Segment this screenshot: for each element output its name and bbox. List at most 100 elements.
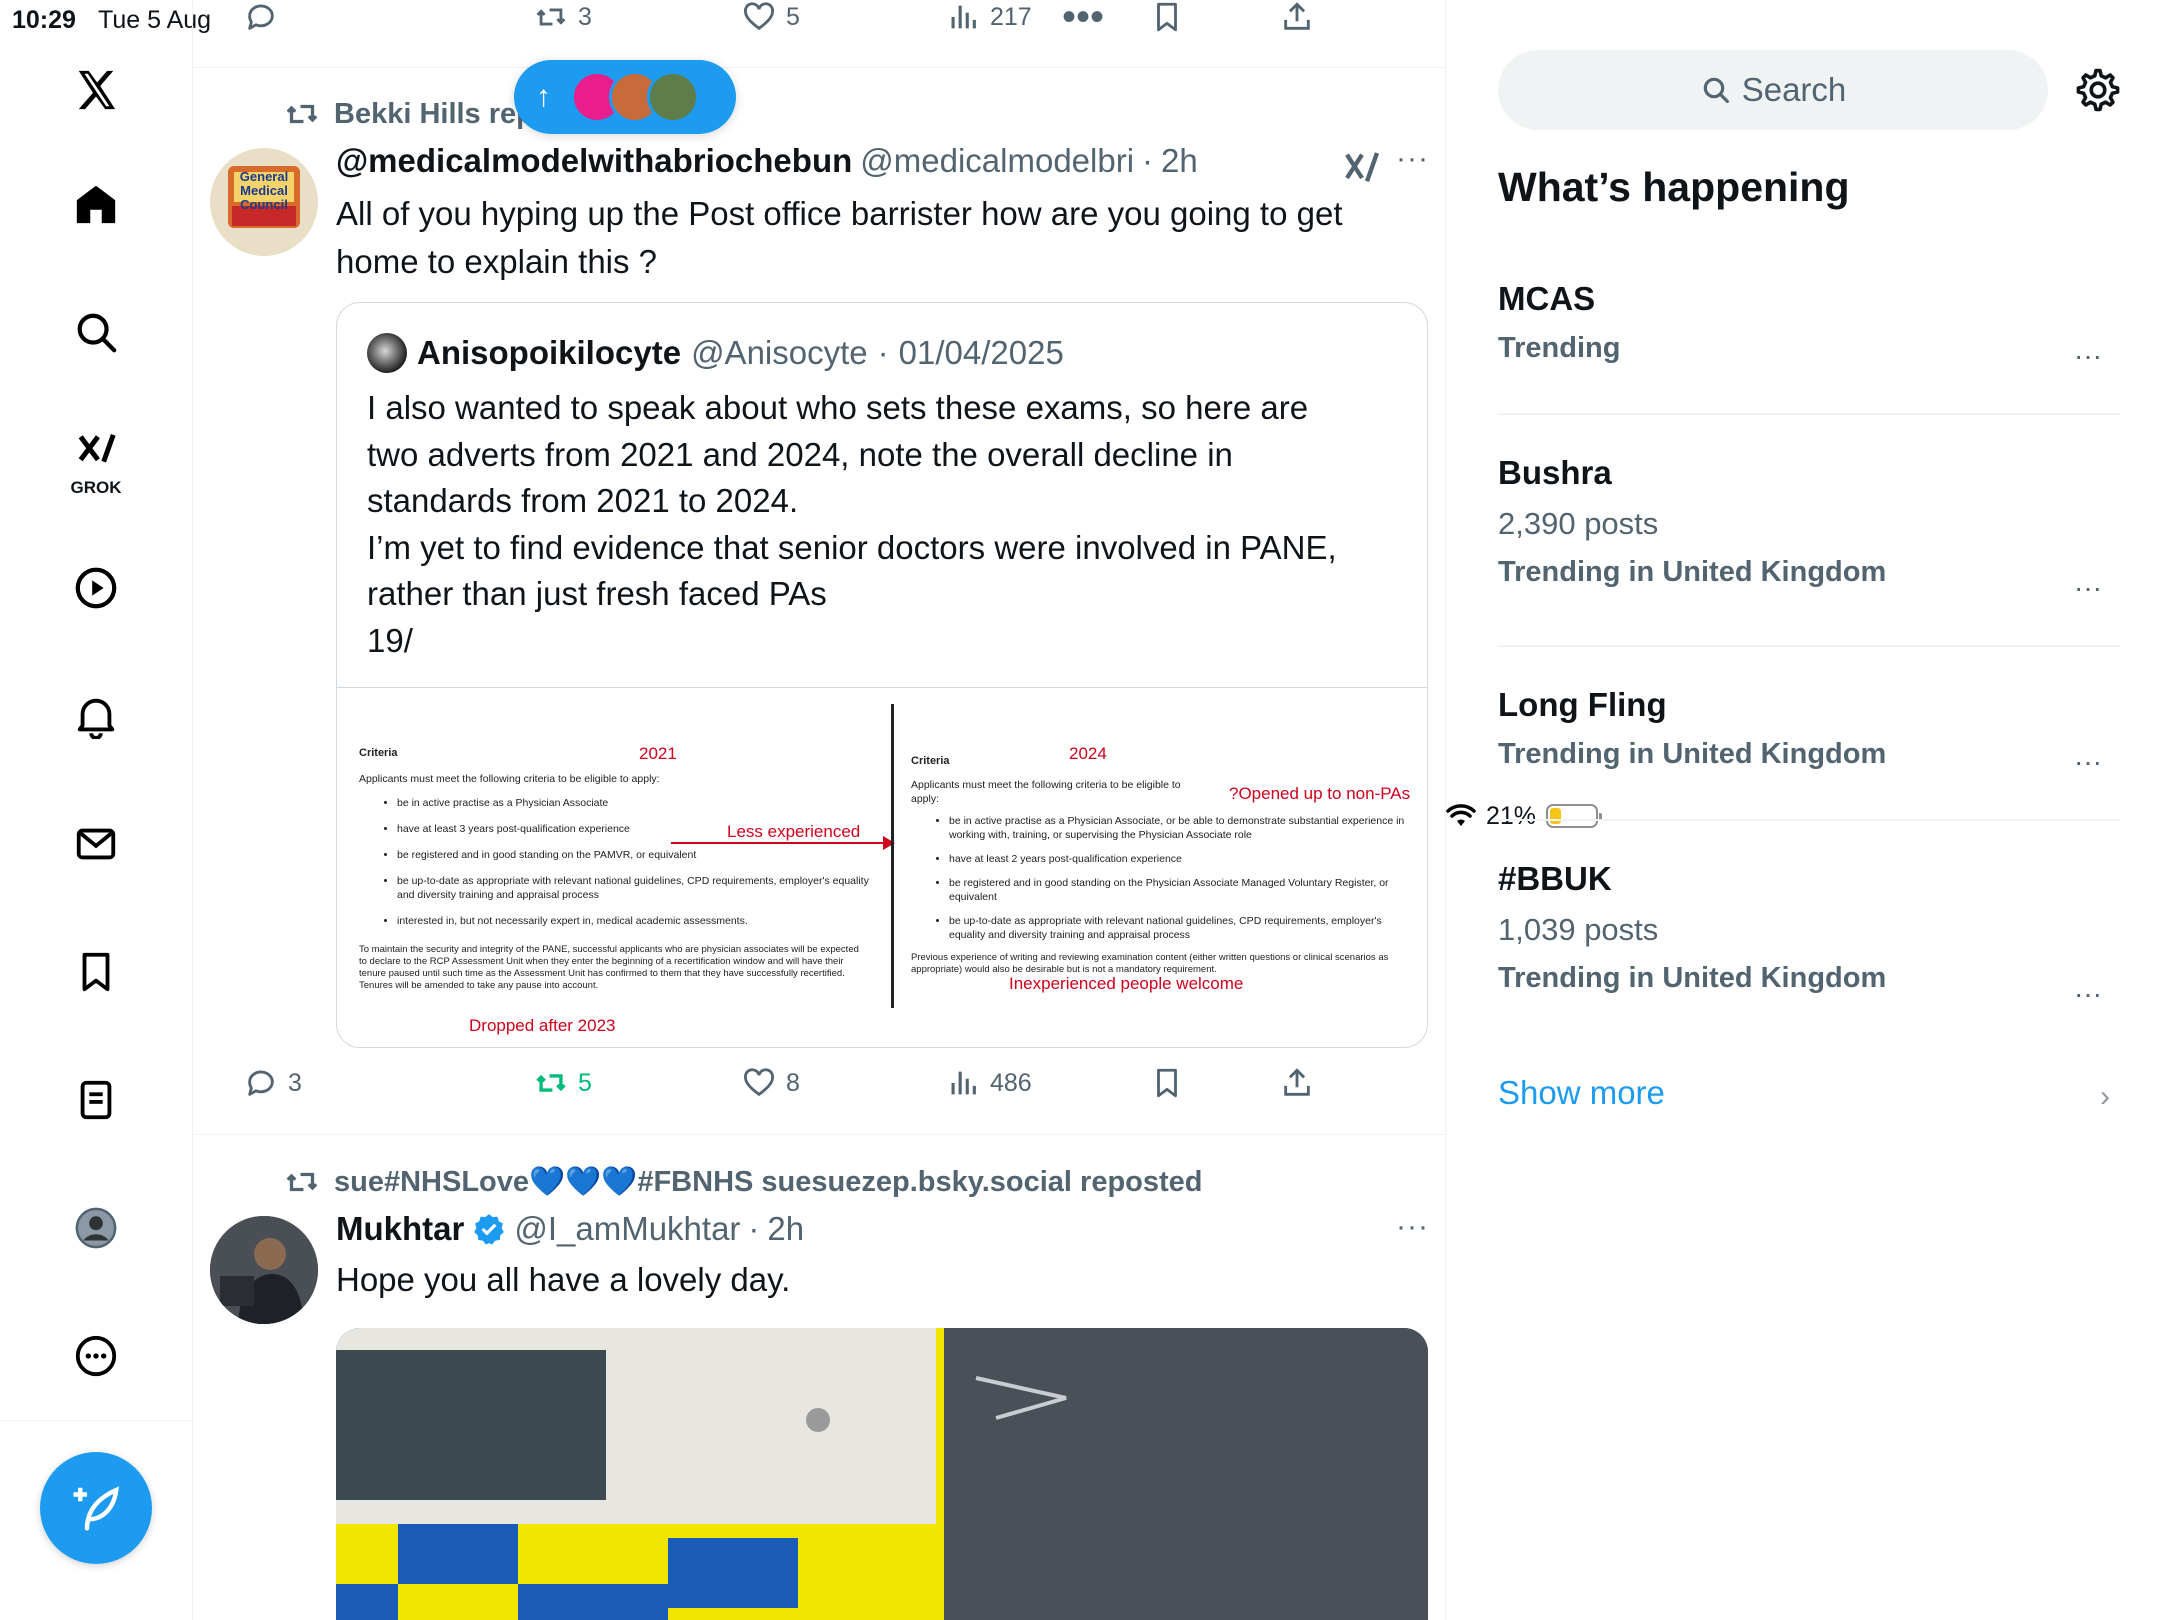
home-icon[interactable] <box>64 172 128 236</box>
post-more-icon[interactable]: ··· <box>1396 142 1429 176</box>
repost-button[interactable]: 5 <box>534 1066 592 1100</box>
bookmark-icon <box>1157 1068 1177 1098</box>
views-button[interactable]: 217 <box>946 0 1032 34</box>
video-play-icon[interactable] <box>64 556 128 620</box>
separator: · <box>748 1210 760 1247</box>
chevron-right-icon[interactable]: › <box>2100 1080 2110 1114</box>
reply-button[interactable]: 3 <box>244 1066 302 1100</box>
repost-icon <box>286 1172 318 1192</box>
nav-divider <box>0 1420 193 1421</box>
repost-button[interactable]: 3 <box>534 0 592 34</box>
repost-count: 5 <box>578 1068 592 1097</box>
quote-line: I’m yet to find evidence that senior doc… <box>367 528 1337 566</box>
repost-by-text[interactable]: sue#NHSLove💙💙💙#FBNHS suesuezep.bsky.soci… <box>334 1165 1203 1199</box>
quote-author-handle[interactable]: @Anisocyte <box>691 334 868 372</box>
trend-item[interactable]: MCAS Trending ··· <box>1498 280 2120 371</box>
whats-happening-title: What’s happening <box>1498 164 1850 210</box>
post-body: Hope you all have a lovely day. <box>336 1261 791 1298</box>
profile-avatar-icon[interactable] <box>64 1196 128 1260</box>
notifications-bell-icon[interactable] <box>64 684 128 748</box>
new-posts-pill[interactable]: ↑ <box>514 60 736 134</box>
share-button[interactable] <box>1280 1066 1314 1100</box>
x-logo-icon[interactable] <box>64 58 128 122</box>
compose-feather-icon <box>73 1486 119 1531</box>
show-more-link[interactable]: Show more <box>1498 1074 1665 1112</box>
messages-envelope-icon[interactable] <box>64 812 128 876</box>
views-chart-icon <box>951 5 976 29</box>
grok-explain-icon[interactable] <box>1342 148 1382 188</box>
left-nav: GROK <box>0 0 193 1620</box>
lists-icon[interactable] <box>64 1068 128 1132</box>
post-time[interactable]: 2h <box>767 1210 804 1248</box>
search-placeholder: Search <box>1741 71 1847 108</box>
bookmark-button[interactable] <box>1150 0 1184 34</box>
post-actions: 3 5 8 486 <box>194 1066 1445 1110</box>
grok-icon[interactable] <box>64 422 128 486</box>
trend-more-icon[interactable]: ··· <box>2074 572 2102 604</box>
bookmarks-icon[interactable] <box>64 940 128 1004</box>
heart-icon <box>744 2 774 31</box>
trend-item[interactable]: Long Fling Trending in United Kingdom ··… <box>1498 686 2120 777</box>
reply-icon <box>248 1070 274 1096</box>
author-name[interactable]: @medicalmodelwithabriochebun <box>336 142 852 180</box>
trend-context: Trending in United Kingdom <box>1498 556 1887 588</box>
trend-more-icon[interactable]: ··· <box>2074 340 2102 372</box>
bookmark-button[interactable] <box>1150 1066 1184 1100</box>
post-body: All of you hyping up the Post office bar… <box>336 195 1343 280</box>
trend-divider <box>1498 413 2120 415</box>
author-name[interactable]: Mukhtar <box>336 1210 464 1248</box>
criteria-item-2021: be in active practise as a Physician Ass… <box>397 796 869 810</box>
criteria-item-2024: have at least 2 years post-qualification… <box>949 852 1415 866</box>
avatar[interactable]: General Medical Council <box>210 148 318 256</box>
trend-item[interactable]: Bushra 2,390 posts Trending in United Ki… <box>1498 454 2120 603</box>
like-count: 8 <box>786 1068 800 1097</box>
repost-count: 3 <box>578 2 592 31</box>
trend-item[interactable]: #BBUK 1,039 posts Trending in United Kin… <box>1498 860 2120 1009</box>
trend-more-icon[interactable]: ··· <box>2074 746 2102 778</box>
avatar[interactable] <box>210 1216 318 1324</box>
criteria-item-2021: be registered and in good standing on th… <box>397 848 869 862</box>
share-icon <box>1284 1068 1310 1096</box>
post-divider <box>194 1134 1445 1135</box>
quote-author-name[interactable]: Anisopoikilocyte <box>417 334 681 372</box>
post-header: @medicalmodelwithabriochebun @medicalmod… <box>336 142 1198 180</box>
heart-icon <box>744 1068 774 1097</box>
previous-post-actions: 3 5 217 ••• <box>194 0 1445 44</box>
criteria-footer-2021: To maintain the security and integrity o… <box>359 944 859 991</box>
post-divider <box>194 67 1445 68</box>
timeline-feed: 3 5 217 ••• Bekki Hills reposted General… <box>194 0 1446 1620</box>
more-dots-icon: ••• <box>1062 0 1105 39</box>
quote-avatar[interactable] <box>367 333 407 373</box>
author-handle[interactable]: @medicalmodelbri <box>860 142 1134 180</box>
like-button[interactable]: 5 <box>742 0 800 34</box>
post-video-thumbnail[interactable] <box>336 1328 1428 1620</box>
year-2024-label: 2024 <box>1069 744 1107 763</box>
trend-divider <box>1498 819 2120 821</box>
search-input[interactable]: Search <box>1498 50 2048 130</box>
views-button[interactable]: 486 <box>946 1066 1032 1100</box>
trend-context: Trending in United Kingdom <box>1498 962 1887 994</box>
quote-header: Anisopoikilocyte @Anisocyte · 01/04/2025 <box>367 333 1064 373</box>
post-time[interactable]: 2h <box>1161 142 1198 180</box>
trend-post-count: 1,039 posts <box>1498 912 1659 947</box>
more-dots-button[interactable]: ••• <box>1062 0 1105 39</box>
explore-search-icon[interactable] <box>64 300 128 364</box>
like-button[interactable]: 8 <box>742 1066 800 1100</box>
compose-post-button[interactable] <box>40 1452 152 1564</box>
criteria-intro-2024: Applicants must meet the following crite… <box>911 779 1181 805</box>
annotation-inexperienced: Inexperienced people welcome <box>1009 974 1244 993</box>
separator: · <box>1142 142 1154 179</box>
trend-more-icon[interactable]: ··· <box>2074 978 2102 1010</box>
criteria-comparison-image[interactable]: Criteria Applicants must meet the follow… <box>337 687 1427 1047</box>
annotation-dropped: Dropped after 2023 <box>469 1016 616 1035</box>
post-more-icon[interactable]: ··· <box>1396 1210 1429 1244</box>
settings-gear-icon[interactable] <box>2074 66 2122 114</box>
more-options-icon[interactable] <box>64 1324 128 1388</box>
share-button[interactable] <box>1280 0 1314 34</box>
quote-line: standards from 2021 to 2024. <box>367 482 799 519</box>
criteria-item-2021: interested in, but not necessarily exper… <box>397 914 869 928</box>
author-handle[interactable]: @I_amMukhtar <box>514 1210 740 1248</box>
reply-button[interactable] <box>244 0 288 34</box>
trend-post-count: 2,390 posts <box>1498 506 1659 541</box>
quoted-post[interactable]: Anisopoikilocyte @Anisocyte · 01/04/2025… <box>336 302 1428 1048</box>
